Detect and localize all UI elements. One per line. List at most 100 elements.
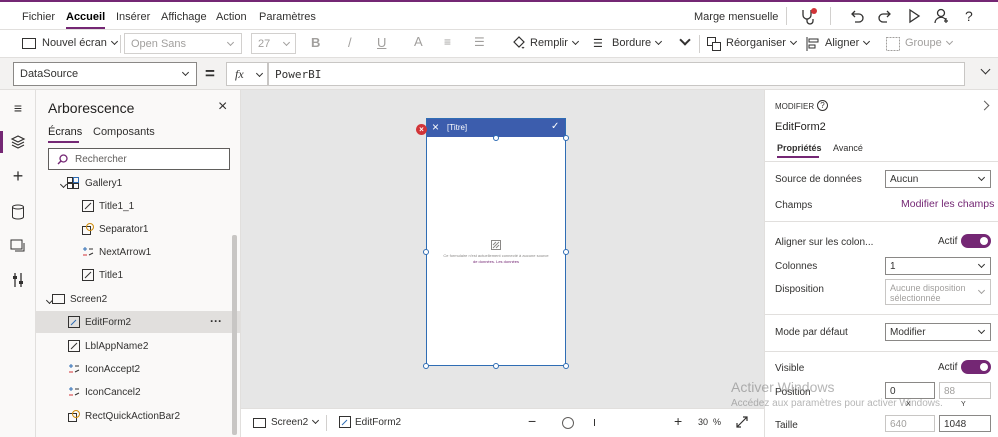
resize-handle-right[interactable] [563, 249, 569, 255]
menu-bar: Fichier Accueil Insérer Affichage Action… [0, 2, 998, 30]
snap-toggle[interactable] [961, 234, 991, 248]
add-icon[interactable]: + [10, 167, 26, 185]
form-placeholder-icon [491, 240, 501, 250]
menu-affichage[interactable]: Affichage [161, 11, 207, 23]
app-checker-icon[interactable] [799, 7, 817, 25]
tree-scrollbar[interactable] [232, 235, 237, 435]
menu-fichier[interactable]: Fichier [22, 11, 55, 23]
line-spacing-icon[interactable]: ☰ [474, 35, 485, 49]
layout-select[interactable]: Aucune disposition sélectionnée [885, 279, 991, 305]
tab-properties[interactable]: Propriétés [777, 143, 822, 153]
visible-label: Visible [775, 363, 805, 374]
resize-handle-top-right[interactable] [563, 135, 569, 141]
error-badge-icon[interactable]: × [416, 124, 427, 135]
menu-parametres[interactable]: Paramètres [259, 11, 316, 23]
form-icon [68, 316, 80, 328]
tree-search-input[interactable]: Rechercher [48, 148, 230, 170]
screen-selector[interactable]: Screen2 [271, 416, 320, 428]
formula-input[interactable]: PowerBI [268, 62, 965, 86]
data-source-select[interactable]: Aucun [885, 170, 991, 188]
group-button[interactable]: Groupe [905, 37, 953, 49]
fit-to-window-icon[interactable] [736, 416, 748, 428]
width-input[interactable]: 640 [885, 415, 935, 432]
tab-screens[interactable]: Écrans [48, 126, 82, 138]
zoom-in-button[interactable]: + [674, 413, 682, 429]
menu-accueil[interactable]: Accueil [66, 11, 106, 29]
tree-item-gallery1[interactable]: Gallery1 [36, 172, 241, 194]
tree-item-rectquickactionbar2[interactable]: RectQuickActionBar2 [36, 405, 241, 427]
tools-icon[interactable] [10, 272, 26, 288]
chevron-down-icon[interactable] [59, 180, 68, 189]
resize-handle-left[interactable] [423, 249, 429, 255]
selected-control-label[interactable]: EditForm2 [355, 417, 401, 428]
control-name: EditForm2 [775, 121, 826, 133]
font-size-select[interactable]: 27 [251, 33, 296, 54]
close-icon[interactable]: × [218, 98, 227, 116]
new-screen-button[interactable]: Nouvel écran [42, 37, 118, 49]
resize-handle-bottom-right[interactable] [563, 363, 569, 369]
tab-components[interactable]: Composants [93, 126, 155, 138]
visible-toggle[interactable] [961, 360, 991, 374]
layout-label: Disposition [775, 284, 824, 295]
hamburger-menu-icon[interactable]: ≡ [10, 100, 26, 116]
edit-fields-link[interactable]: Modifier les champs [901, 198, 994, 210]
position-y-input[interactable]: 88 [939, 382, 991, 399]
font-family-select[interactable]: Open Sans [124, 33, 242, 54]
zoom-slider-thumb[interactable] [562, 417, 574, 429]
tab-advanced[interactable]: Avancé [833, 143, 863, 153]
more-options-icon[interactable]: ··· [210, 314, 222, 328]
app-name-label: Marge mensuelle [694, 11, 779, 23]
height-input[interactable]: 1048 [939, 415, 991, 432]
zoom-out-button[interactable]: − [528, 413, 536, 429]
chevron-down-icon [282, 38, 291, 47]
bold-button[interactable]: B [311, 35, 320, 50]
chevron-down-icon [977, 260, 986, 269]
border-button[interactable]: Bordure [612, 37, 663, 49]
font-color-icon[interactable]: A [414, 34, 423, 49]
tree-item-separator1[interactable]: Separator1 [36, 218, 241, 240]
columns-select[interactable]: 1 [885, 257, 991, 275]
edit-form-screen[interactable]: × [Titre] ✓ Ce formulaire n'est actuelle… [426, 118, 566, 366]
tree-item-iconcancel2[interactable]: IconCancel2 [36, 381, 241, 403]
resize-handle-bottom[interactable] [493, 363, 499, 369]
tree-item-title1[interactable]: Title1 [36, 264, 241, 286]
collapse-panel-icon[interactable] [976, 100, 990, 114]
default-mode-select[interactable]: Modifier [885, 323, 991, 341]
tree-item-editform2[interactable]: EditForm2 ··· [36, 311, 241, 333]
property-select[interactable]: DataSource [13, 62, 197, 86]
text-align-icon[interactable]: ≡ [444, 35, 451, 49]
overflow-chevron-icon[interactable] [676, 33, 691, 49]
tree-item-lblappname2[interactable]: LblAppName2 [36, 335, 241, 357]
fill-button[interactable]: Remplir [530, 37, 579, 49]
expand-formula-icon[interactable] [977, 64, 991, 78]
form-placeholder-link[interactable]: de données. Les données [437, 259, 555, 264]
accept-icon[interactable]: ✓ [551, 121, 559, 132]
menu-action[interactable]: Action [216, 11, 247, 23]
help-icon[interactable]: ? [965, 8, 973, 24]
user-icon[interactable] [934, 8, 950, 24]
tree-item-nextarrow1[interactable]: NextArrow1 [36, 241, 241, 263]
tree-title: Arborescence [48, 100, 135, 116]
database-icon[interactable] [11, 204, 25, 220]
position-x-input[interactable]: 0 [885, 382, 935, 399]
reorder-icon [707, 37, 721, 51]
menu-inserer[interactable]: Insérer [116, 11, 150, 23]
resize-handle-bottom-left[interactable] [423, 363, 429, 369]
italic-button[interactable]: / [348, 35, 352, 50]
cancel-icon[interactable]: × [432, 120, 439, 134]
help-circle-icon[interactable]: ? [817, 100, 828, 111]
tree-item-title1-1[interactable]: Title1_1 [36, 195, 241, 217]
align-button[interactable]: Aligner [825, 37, 871, 49]
zoom-value[interactable]: 30 [698, 417, 708, 427]
fx-button[interactable]: fx [226, 62, 268, 86]
play-icon[interactable] [906, 8, 922, 24]
undo-icon[interactable] [849, 8, 865, 24]
tree-item-screen2[interactable]: Screen2 [36, 288, 241, 310]
reorder-button[interactable]: Réorganiser [726, 37, 797, 49]
tree-item-iconaccept2[interactable]: IconAccept2 [36, 358, 241, 380]
redo-icon[interactable] [877, 8, 893, 24]
media-icon[interactable] [10, 238, 26, 254]
underline-button[interactable]: U [377, 35, 386, 50]
layers-icon[interactable] [10, 134, 26, 150]
resize-handle-top[interactable] [493, 135, 499, 141]
